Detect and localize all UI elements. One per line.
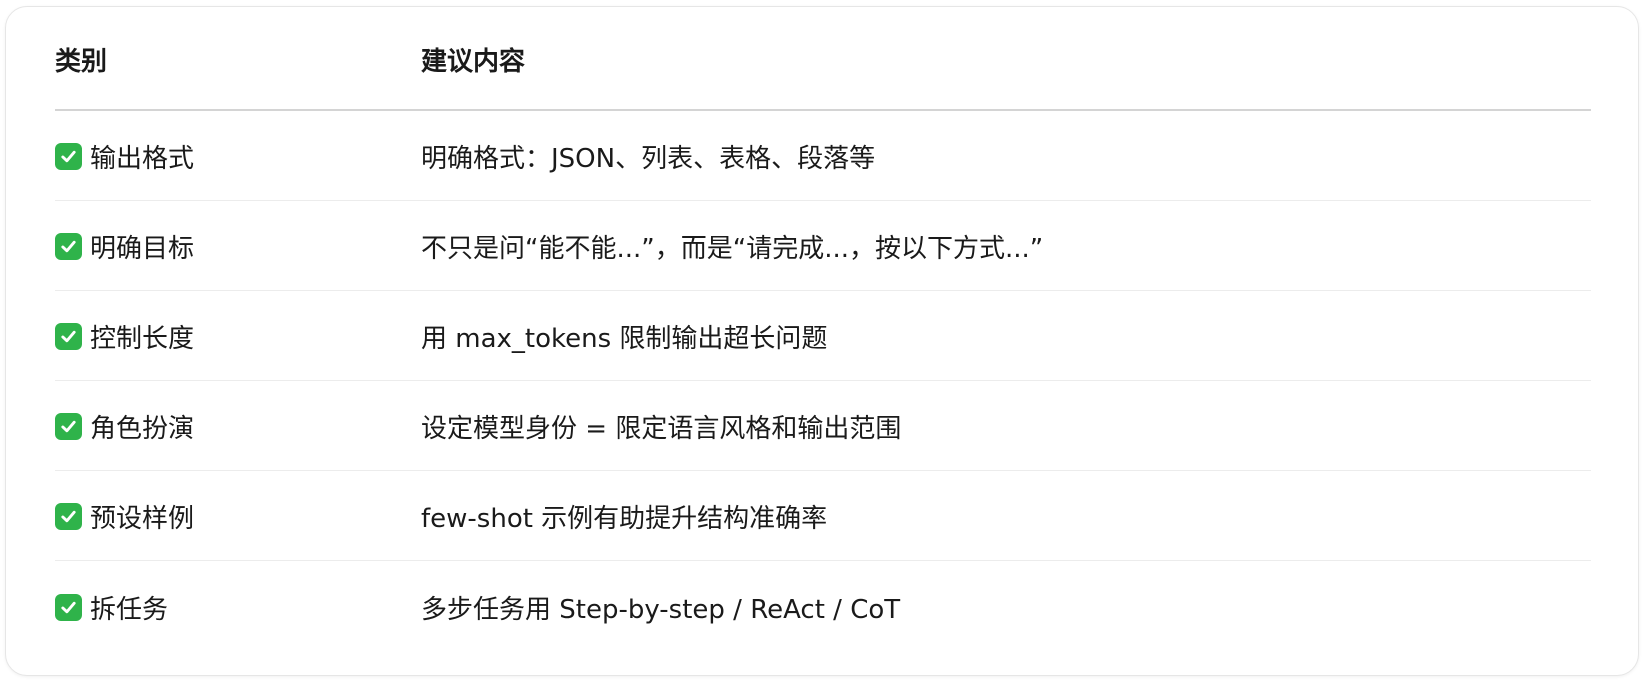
table-row: 明确目标 不只是问“能不能...”，而是“请完成...，按以下方式...” xyxy=(55,201,1591,291)
table-card: 类别 建议内容 输出格式 明确格式：JSON、列表、表格、段落等 明确目标 不只… xyxy=(5,6,1639,676)
table-row: 拆任务 多步任务用 Step-by-step / ReAct / CoT xyxy=(55,561,1591,651)
category-cell: 预设样例 xyxy=(55,496,421,535)
check-mark-icon xyxy=(55,323,82,350)
check-mark-icon xyxy=(55,593,82,621)
check-mark-icon xyxy=(55,413,82,440)
suggestion-cell: 设定模型身份 = 限定语言风格和输出范围 xyxy=(421,414,902,444)
category-label: 输出格式 xyxy=(90,144,195,174)
category-label: 明确目标 xyxy=(90,234,195,264)
check-mark-icon xyxy=(55,503,82,530)
suggestion-cell: 多步任务用 Step-by-step / ReAct / CoT xyxy=(421,594,901,625)
category-cell: 角色扮演 xyxy=(55,406,421,445)
category-label: 预设样例 xyxy=(90,504,195,534)
category-cell: 输出格式 xyxy=(55,136,421,175)
category-cell: 拆任务 xyxy=(55,587,421,626)
suggestion-cell: 明确格式：JSON、列表、表格、段落等 xyxy=(421,144,876,174)
table-header-row: 类别 建议内容 xyxy=(55,7,1591,111)
category-label: 角色扮演 xyxy=(90,414,195,444)
category-cell: 控制长度 xyxy=(55,316,421,355)
category-label: 控制长度 xyxy=(90,324,195,354)
table-row: 预设样例 few-shot 示例有助提升结构准确率 xyxy=(55,471,1591,561)
header-suggestion: 建议内容 xyxy=(421,46,526,77)
suggestion-cell: 用 max_tokens 限制输出超长问题 xyxy=(421,324,828,354)
category-cell: 明确目标 xyxy=(55,226,421,265)
table-row: 控制长度 用 max_tokens 限制输出超长问题 xyxy=(55,291,1591,381)
suggestion-table: 类别 建议内容 输出格式 明确格式：JSON、列表、表格、段落等 明确目标 不只… xyxy=(55,7,1591,651)
check-mark-icon xyxy=(55,143,82,170)
table-row: 输出格式 明确格式：JSON、列表、表格、段落等 xyxy=(55,111,1591,201)
category-label: 拆任务 xyxy=(90,594,169,625)
check-mark-icon xyxy=(55,233,82,260)
header-category: 类别 xyxy=(55,46,108,77)
suggestion-cell: 不只是问“能不能...”，而是“请完成...，按以下方式...” xyxy=(421,234,1044,264)
suggestion-cell: few-shot 示例有助提升结构准确率 xyxy=(421,504,828,534)
table-row: 角色扮演 设定模型身份 = 限定语言风格和输出范围 xyxy=(55,381,1591,471)
